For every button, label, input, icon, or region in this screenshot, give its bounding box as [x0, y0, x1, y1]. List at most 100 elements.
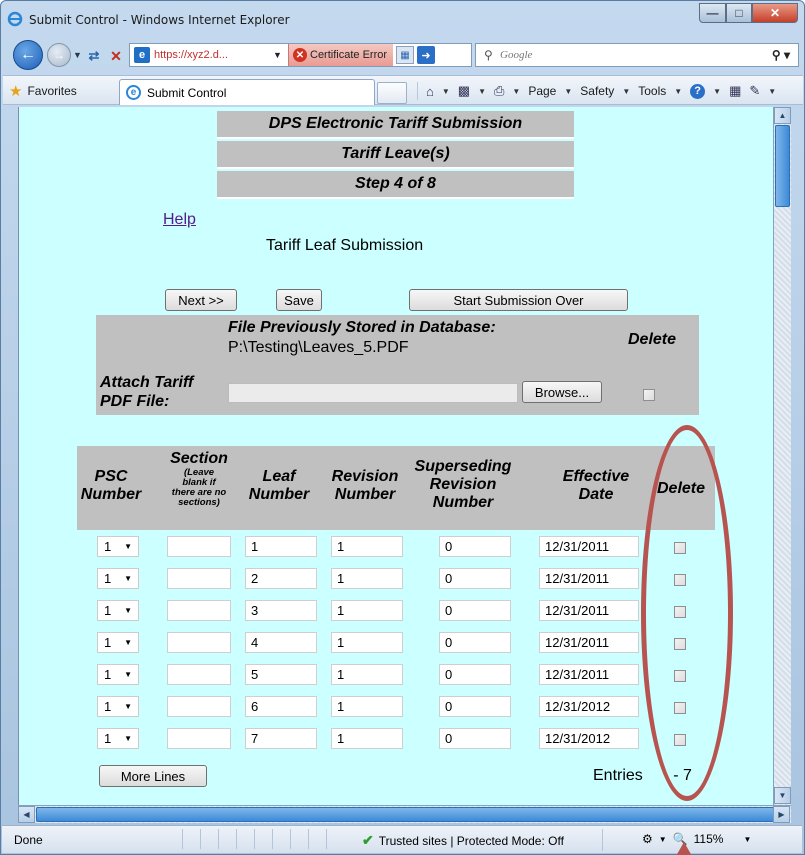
effective-date-input[interactable]: 12/31/2011: [539, 568, 639, 589]
scroll-left-icon[interactable]: ◀: [18, 806, 35, 823]
tab-submit-control[interactable]: e Submit Control: [119, 79, 375, 105]
search-input[interactable]: Google: [500, 49, 532, 61]
security-zone[interactable]: ✔ Trusted sites | Protected Mode: Off: [362, 832, 564, 849]
minimize-button[interactable]: —: [699, 3, 726, 23]
effective-date-input[interactable]: 12/31/2011: [539, 664, 639, 685]
effective-date-input[interactable]: 12/31/2011: [539, 536, 639, 557]
translate-dropdown[interactable]: ▼: [768, 87, 776, 96]
scroll-right-icon[interactable]: ▶: [773, 806, 790, 823]
print-icon[interactable]: ⎙: [494, 83, 504, 99]
psc-number-select[interactable]: 1 ▼: [97, 600, 139, 621]
tools-menu-dropdown[interactable]: ▼: [674, 87, 682, 96]
help-icon[interactable]: ?: [690, 83, 706, 99]
scroll-up-icon[interactable]: ▲: [774, 107, 791, 124]
go-icon[interactable]: ➜: [417, 46, 435, 64]
psc-number-select[interactable]: 1 ▼: [97, 568, 139, 589]
save-button[interactable]: Save: [276, 289, 322, 311]
safety-menu-dropdown[interactable]: ▼: [622, 87, 630, 96]
superseding-revision-input[interactable]: 0: [439, 536, 511, 557]
print-dropdown[interactable]: ▼: [512, 87, 520, 96]
section-input[interactable]: [167, 696, 231, 717]
tools-menu[interactable]: Tools: [638, 84, 666, 98]
translate-icon[interactable]: ✎: [749, 83, 760, 99]
superseding-revision-input[interactable]: 0: [439, 568, 511, 589]
revision-number-input[interactable]: 1: [331, 568, 403, 589]
address-url[interactable]: https://xyz2.d...: [154, 49, 228, 61]
home-icon[interactable]: ⌂: [426, 84, 434, 99]
revision-number-input[interactable]: 1: [331, 632, 403, 653]
research-icon[interactable]: ▦: [729, 83, 741, 99]
effective-date-input[interactable]: 12/31/2011: [539, 632, 639, 653]
psc-number-select[interactable]: 1 ▼: [97, 536, 139, 557]
effective-date-input[interactable]: 12/31/2012: [539, 696, 639, 717]
refresh-icon[interactable]: ⇄: [85, 47, 103, 65]
new-tab-button[interactable]: [377, 82, 407, 104]
back-button[interactable]: ←: [13, 40, 43, 70]
address-bar[interactable]: e https://xyz2.d... ▼ ✕ Certificate Erro…: [129, 43, 472, 67]
more-lines-button[interactable]: More Lines: [99, 765, 207, 787]
section-input[interactable]: [167, 600, 231, 621]
safety-menu[interactable]: Safety: [580, 84, 614, 98]
address-dropdown[interactable]: ▼: [273, 50, 282, 60]
section-input[interactable]: [167, 536, 231, 557]
stop-icon[interactable]: ✕: [107, 47, 125, 65]
page-menu[interactable]: Page: [528, 84, 556, 98]
revision-number-input[interactable]: 1: [331, 536, 403, 557]
maximize-button[interactable]: □: [726, 3, 752, 23]
horizontal-scrollbar[interactable]: ◀ ▶: [18, 805, 791, 823]
zoom-level[interactable]: 115%: [694, 832, 724, 846]
superseding-revision-input[interactable]: 0: [439, 632, 511, 653]
superseding-revision-input[interactable]: 0: [439, 664, 511, 685]
horizontal-scroll-thumb[interactable]: [36, 807, 774, 822]
psc-number-select[interactable]: 1 ▼: [97, 696, 139, 717]
revision-number-input[interactable]: 1: [331, 664, 403, 685]
favorites-button[interactable]: ★ Favorites: [9, 82, 77, 100]
section-input[interactable]: [167, 664, 231, 685]
search-box[interactable]: ⚲ Google ⚲ ▾: [475, 43, 799, 67]
revision-number-input[interactable]: 1: [331, 728, 403, 749]
certificate-error-button[interactable]: ✕ Certificate Error: [288, 44, 394, 66]
section-input[interactable]: [167, 568, 231, 589]
psc-number-select[interactable]: 1 ▼: [97, 728, 139, 749]
psc-number-select[interactable]: 1 ▼: [97, 632, 139, 653]
psc-number-select[interactable]: 1 ▼: [97, 664, 139, 685]
stored-file-delete-checkbox[interactable]: [643, 389, 655, 401]
forward-button[interactable]: →: [47, 43, 71, 67]
leaf-number-input[interactable]: 6: [245, 696, 317, 717]
leaf-number-input[interactable]: 2: [245, 568, 317, 589]
leaf-number-input[interactable]: 5: [245, 664, 317, 685]
pdf-file-input[interactable]: [228, 383, 518, 403]
effective-date-input[interactable]: 12/31/2011: [539, 600, 639, 621]
feeds-dropdown[interactable]: ▼: [478, 87, 486, 96]
close-button[interactable]: ✕: [752, 3, 798, 23]
revision-number-input[interactable]: 1: [331, 696, 403, 717]
start-over-button[interactable]: Start Submission Over: [409, 289, 628, 311]
zoom-dropdown[interactable]: ▼: [743, 835, 751, 844]
leaf-number-input[interactable]: 1: [245, 536, 317, 557]
protected-mode-dropdown[interactable]: ▼: [659, 835, 667, 844]
protected-mode-icon[interactable]: ⚙: [642, 832, 653, 846]
next-button[interactable]: Next >>: [165, 289, 237, 311]
effective-date-input[interactable]: 12/31/2012: [539, 728, 639, 749]
leaf-number-input[interactable]: 3: [245, 600, 317, 621]
revision-number-input[interactable]: 1: [331, 600, 403, 621]
section-input[interactable]: [167, 632, 231, 653]
help-link[interactable]: Help: [163, 211, 196, 229]
search-go-icon[interactable]: ⚲ ▾: [772, 48, 790, 62]
superseding-revision-input[interactable]: 0: [439, 600, 511, 621]
superseding-revision-input[interactable]: 0: [439, 728, 511, 749]
browse-button[interactable]: Browse...: [522, 381, 602, 403]
vertical-scrollbar[interactable]: ▲ ▼: [773, 107, 791, 805]
recent-pages-dropdown[interactable]: ▼: [73, 50, 82, 60]
home-dropdown[interactable]: ▼: [442, 87, 450, 96]
vertical-scroll-thumb[interactable]: [775, 125, 790, 207]
superseding-revision-input[interactable]: 0: [439, 696, 511, 717]
scroll-down-icon[interactable]: ▼: [774, 787, 791, 804]
leaf-number-input[interactable]: 7: [245, 728, 317, 749]
help-dropdown[interactable]: ▼: [713, 87, 721, 96]
page-menu-dropdown[interactable]: ▼: [564, 87, 572, 96]
leaf-number-input[interactable]: 4: [245, 632, 317, 653]
feeds-icon[interactable]: ▩: [458, 83, 470, 99]
section-input[interactable]: [167, 728, 231, 749]
compatibility-view-icon[interactable]: ▦: [396, 46, 414, 64]
